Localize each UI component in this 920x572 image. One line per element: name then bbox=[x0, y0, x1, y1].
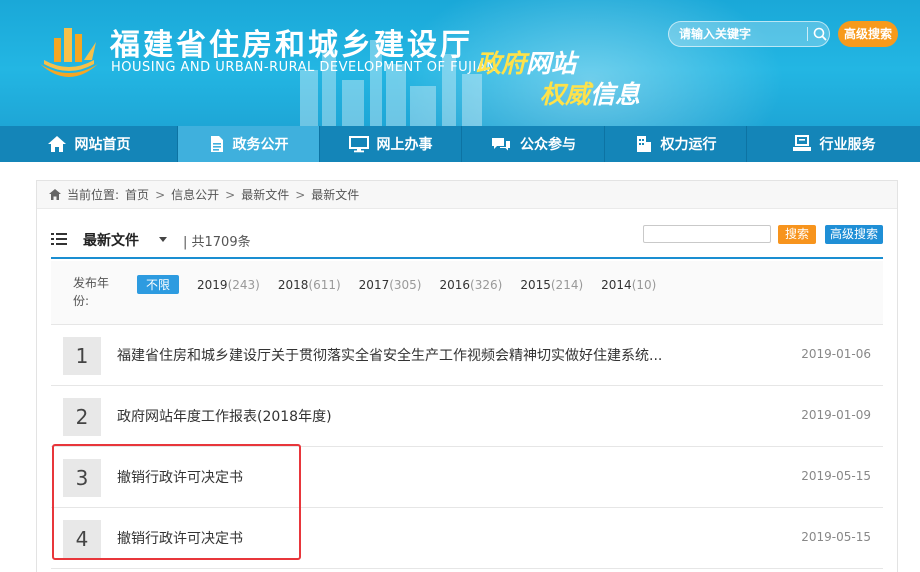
nav-label-gov-affairs: 政务公开 bbox=[232, 137, 289, 153]
year-option[interactable]: 2019(243) bbox=[197, 278, 260, 292]
item-date: 2019-05-15 bbox=[801, 530, 871, 544]
header-search-box bbox=[668, 21, 830, 47]
site-subtitle: HOUSING AND URBAN-RURAL DEVELOPMENT OF F… bbox=[111, 60, 497, 75]
header-advanced-search-button[interactable]: 高级搜索 bbox=[838, 21, 898, 47]
site-title: 福建省住房和城乡建设厅 bbox=[110, 28, 473, 63]
item-number: 4 bbox=[63, 520, 101, 558]
list-item[interactable]: 3 撤销行政许可决定书 2019-05-15 bbox=[51, 447, 883, 508]
list-count: | 共1709条 bbox=[183, 235, 251, 250]
document-list: 1 福建省住房和城乡建设厅关于贯彻落实全省安全生产工作视频会精神切实做好住建系统… bbox=[51, 325, 883, 569]
chat-icon bbox=[492, 138, 510, 151]
list-search-button[interactable]: 搜索 bbox=[778, 225, 816, 244]
list-header: 最新文件 | 共1709条 搜索 高级搜索 bbox=[51, 225, 883, 259]
nav-label-power-operation: 权力运行 bbox=[660, 137, 717, 153]
slogan-1a: 政府 bbox=[476, 49, 527, 78]
list-title[interactable]: 最新文件 bbox=[83, 230, 139, 250]
nav-item-power-operation[interactable]: 权力运行 bbox=[605, 126, 747, 162]
building-logo-icon bbox=[40, 28, 98, 77]
slogan-2a: 权威 bbox=[540, 80, 591, 109]
breadcrumb: 当前位置: 首页 > 信息公开 > 最新文件 > 最新文件 bbox=[37, 181, 897, 209]
list-item[interactable]: 4 撤销行政许可决定书 2019-05-15 bbox=[51, 508, 883, 569]
service-icon bbox=[792, 135, 811, 151]
year-options: 不限 2019(243) 2018(611) 2017(305) 2016(32… bbox=[137, 275, 656, 294]
year-filter-label: 发布年份: bbox=[73, 276, 110, 308]
year-filter: 发布年份: 不限 2019(243) 2018(611) 2017(305) 2… bbox=[51, 261, 883, 325]
breadcrumb-item[interactable]: 最新文件 bbox=[241, 186, 289, 203]
monitor-icon bbox=[348, 136, 369, 153]
main-nav: 网站首页 政务公开 网上办事 公众参与 权力运行 行业服务 bbox=[0, 126, 920, 162]
list-item[interactable]: 1 福建省住房和城乡建设厅关于贯彻落实全省安全生产工作视频会精神切实做好住建系统… bbox=[51, 325, 883, 386]
list-search-input[interactable] bbox=[643, 225, 771, 243]
breadcrumb-item[interactable]: 首页 bbox=[125, 186, 149, 203]
slogan-1b: 网站 bbox=[526, 49, 577, 78]
nav-label-online-service: 网上办事 bbox=[376, 137, 433, 153]
item-number: 3 bbox=[63, 459, 101, 497]
item-date: 2019-01-09 bbox=[801, 408, 871, 422]
year-option[interactable]: 2017(305) bbox=[359, 278, 422, 292]
list-advanced-search-button[interactable]: 高级搜索 bbox=[825, 225, 883, 244]
list-item[interactable]: 2 政府网站年度工作报表(2018年度) 2019-01-09 bbox=[51, 386, 883, 447]
search-divider bbox=[807, 27, 808, 41]
breadcrumb-separator: > bbox=[225, 187, 236, 202]
item-number: 1 bbox=[63, 337, 101, 375]
home-icon bbox=[47, 136, 66, 152]
item-title-link[interactable]: 撤销行政许可决定书 bbox=[117, 528, 243, 548]
item-number: 2 bbox=[63, 398, 101, 436]
nav-item-gov-affairs[interactable]: 政务公开 bbox=[178, 126, 320, 162]
slogan-2b: 信息 bbox=[590, 80, 641, 109]
item-title-link[interactable]: 福建省住房和城乡建设厅关于贯彻落实全省安全生产工作视频会精神切实做好住建系统..… bbox=[117, 345, 662, 365]
item-title-link[interactable]: 政府网站年度工作报表(2018年度) bbox=[117, 406, 332, 426]
breadcrumb-item[interactable]: 信息公开 bbox=[171, 186, 219, 203]
breadcrumb-separator: > bbox=[295, 187, 306, 202]
year-option[interactable]: 2018(611) bbox=[278, 278, 341, 292]
nav-item-online-service[interactable]: 网上办事 bbox=[320, 126, 462, 162]
nav-item-industry-service[interactable]: 行业服务 bbox=[747, 126, 920, 162]
year-option[interactable]: 2015(214) bbox=[520, 278, 583, 292]
nav-item-public-participation[interactable]: 公众参与 bbox=[462, 126, 605, 162]
year-option-all[interactable]: 不限 bbox=[137, 275, 180, 294]
breadcrumb-separator: > bbox=[155, 187, 166, 202]
year-option[interactable]: 2016(326) bbox=[440, 278, 503, 292]
content-panel: 当前位置: 首页 > 信息公开 > 最新文件 > 最新文件 最新文件 | 共17… bbox=[36, 180, 898, 572]
item-title-link[interactable]: 撤销行政许可决定书 bbox=[117, 467, 243, 487]
breadcrumb-prefix: 当前位置: bbox=[67, 188, 120, 202]
breadcrumb-item[interactable]: 最新文件 bbox=[311, 186, 359, 203]
search-icon[interactable] bbox=[812, 26, 828, 42]
home-small-icon bbox=[49, 189, 61, 200]
chevron-down-icon[interactable] bbox=[159, 237, 167, 242]
year-option[interactable]: 2014(10) bbox=[601, 278, 656, 292]
building-icon bbox=[636, 136, 651, 152]
nav-item-home[interactable]: 网站首页 bbox=[0, 126, 178, 162]
nav-label-industry-service: 行业服务 bbox=[819, 137, 876, 153]
list-menu-icon bbox=[51, 233, 67, 245]
document-icon bbox=[210, 136, 223, 152]
header-search-input[interactable] bbox=[679, 25, 799, 43]
nav-label-home: 网站首页 bbox=[74, 137, 131, 153]
item-date: 2019-05-15 bbox=[801, 469, 871, 483]
nav-label-public-participation: 公众参与 bbox=[520, 137, 576, 153]
slogan-line-2: 权威信息 bbox=[540, 75, 640, 111]
item-date: 2019-01-06 bbox=[801, 347, 871, 361]
site-header: 福建省住房和城乡建设厅 HOUSING AND URBAN-RURAL DEVE… bbox=[0, 0, 920, 126]
